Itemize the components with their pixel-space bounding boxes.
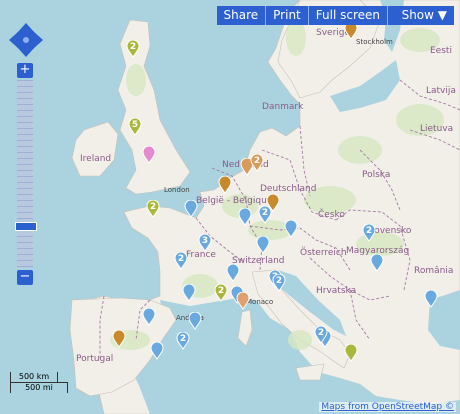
map-marker[interactable]: 3 [198,234,212,252]
map-marker[interactable]: 2 [174,252,188,270]
marker-count: 2 [317,328,325,338]
map-pin-icon [236,292,250,310]
marker-count: 2 [275,276,283,286]
marker-count: 5 [131,120,139,130]
map-marker[interactable]: 2 [146,200,160,218]
scale-bar: 500 km 500 mi [10,372,68,393]
map-marker[interactable]: 2 [272,274,286,292]
map-marker[interactable]: 2 [362,224,376,242]
map-pin-icon [256,236,270,254]
map-marker[interactable]: 2 [314,326,328,344]
map-pin-icon [218,176,232,194]
marker-count: 2 [261,208,269,218]
map-marker[interactable]: 2 [126,40,140,58]
attribution-link[interactable]: Maps from OpenStreetMap © [319,402,456,412]
zoom-out-button[interactable]: − [17,270,33,285]
map-pin-icon [370,254,384,272]
map-marker[interactable] [112,330,126,348]
map-marker[interactable] [142,146,156,164]
map-marker[interactable] [184,200,198,218]
map-pin-icon [142,308,156,326]
map-pin-icon [182,284,196,302]
map-toolbar: Share Print Full screen Show ▼ [216,6,454,25]
marker-count: 2 [129,42,137,52]
map[interactable]: Ireland Danmark Sverige Eesti Latvija Li… [0,0,460,414]
show-dropdown[interactable]: Show ▼ [387,6,454,25]
marker-count: 2 [179,334,187,344]
map-marker[interactable] [218,176,232,194]
map-pin-icon [424,290,438,308]
map-pin-icon [142,146,156,164]
map-marker[interactable] [236,292,250,310]
map-pin-icon [184,200,198,218]
pan-arrows-icon [9,23,43,57]
map-marker[interactable]: 2 [250,154,264,172]
map-marker[interactable] [182,284,196,302]
marker-count: 2 [365,226,373,236]
map-marker[interactable] [256,236,270,254]
map-pin-icon [284,220,298,238]
share-button[interactable]: Share [216,6,266,25]
zoom-slider-track[interactable] [17,80,33,268]
map-tiles [0,0,460,414]
marker-count: 2 [177,254,185,264]
map-marker[interactable] [344,344,358,362]
map-marker[interactable] [424,290,438,308]
map-marker[interactable] [188,312,202,330]
map-marker[interactable]: 5 [128,118,142,136]
pan-control[interactable] [8,22,44,58]
map-marker[interactable] [370,254,384,272]
map-marker[interactable] [226,264,240,282]
map-marker[interactable]: 2 [176,332,190,350]
map-pin-icon [188,312,202,330]
map-marker[interactable] [238,208,252,226]
marker-count: 2 [217,286,225,296]
marker-count: 2 [149,202,157,212]
marker-count: 3 [201,236,209,246]
zoom-slider-handle[interactable] [15,222,37,231]
map-marker[interactable] [150,342,164,360]
map-pin-icon [112,330,126,348]
zoom-in-button[interactable]: + [17,63,33,78]
map-pin-icon [344,344,358,362]
map-marker[interactable] [142,308,156,326]
map-marker[interactable]: 2 [214,284,228,302]
map-marker[interactable] [284,220,298,238]
map-pin-icon [226,264,240,282]
print-button[interactable]: Print [265,6,308,25]
map-marker[interactable]: 2 [258,206,272,224]
map-pin-icon [238,208,252,226]
fullscreen-button[interactable]: Full screen [307,6,387,25]
map-pin-icon [150,342,164,360]
scale-mi: 500 mi [10,382,68,393]
marker-count: 2 [253,156,261,166]
